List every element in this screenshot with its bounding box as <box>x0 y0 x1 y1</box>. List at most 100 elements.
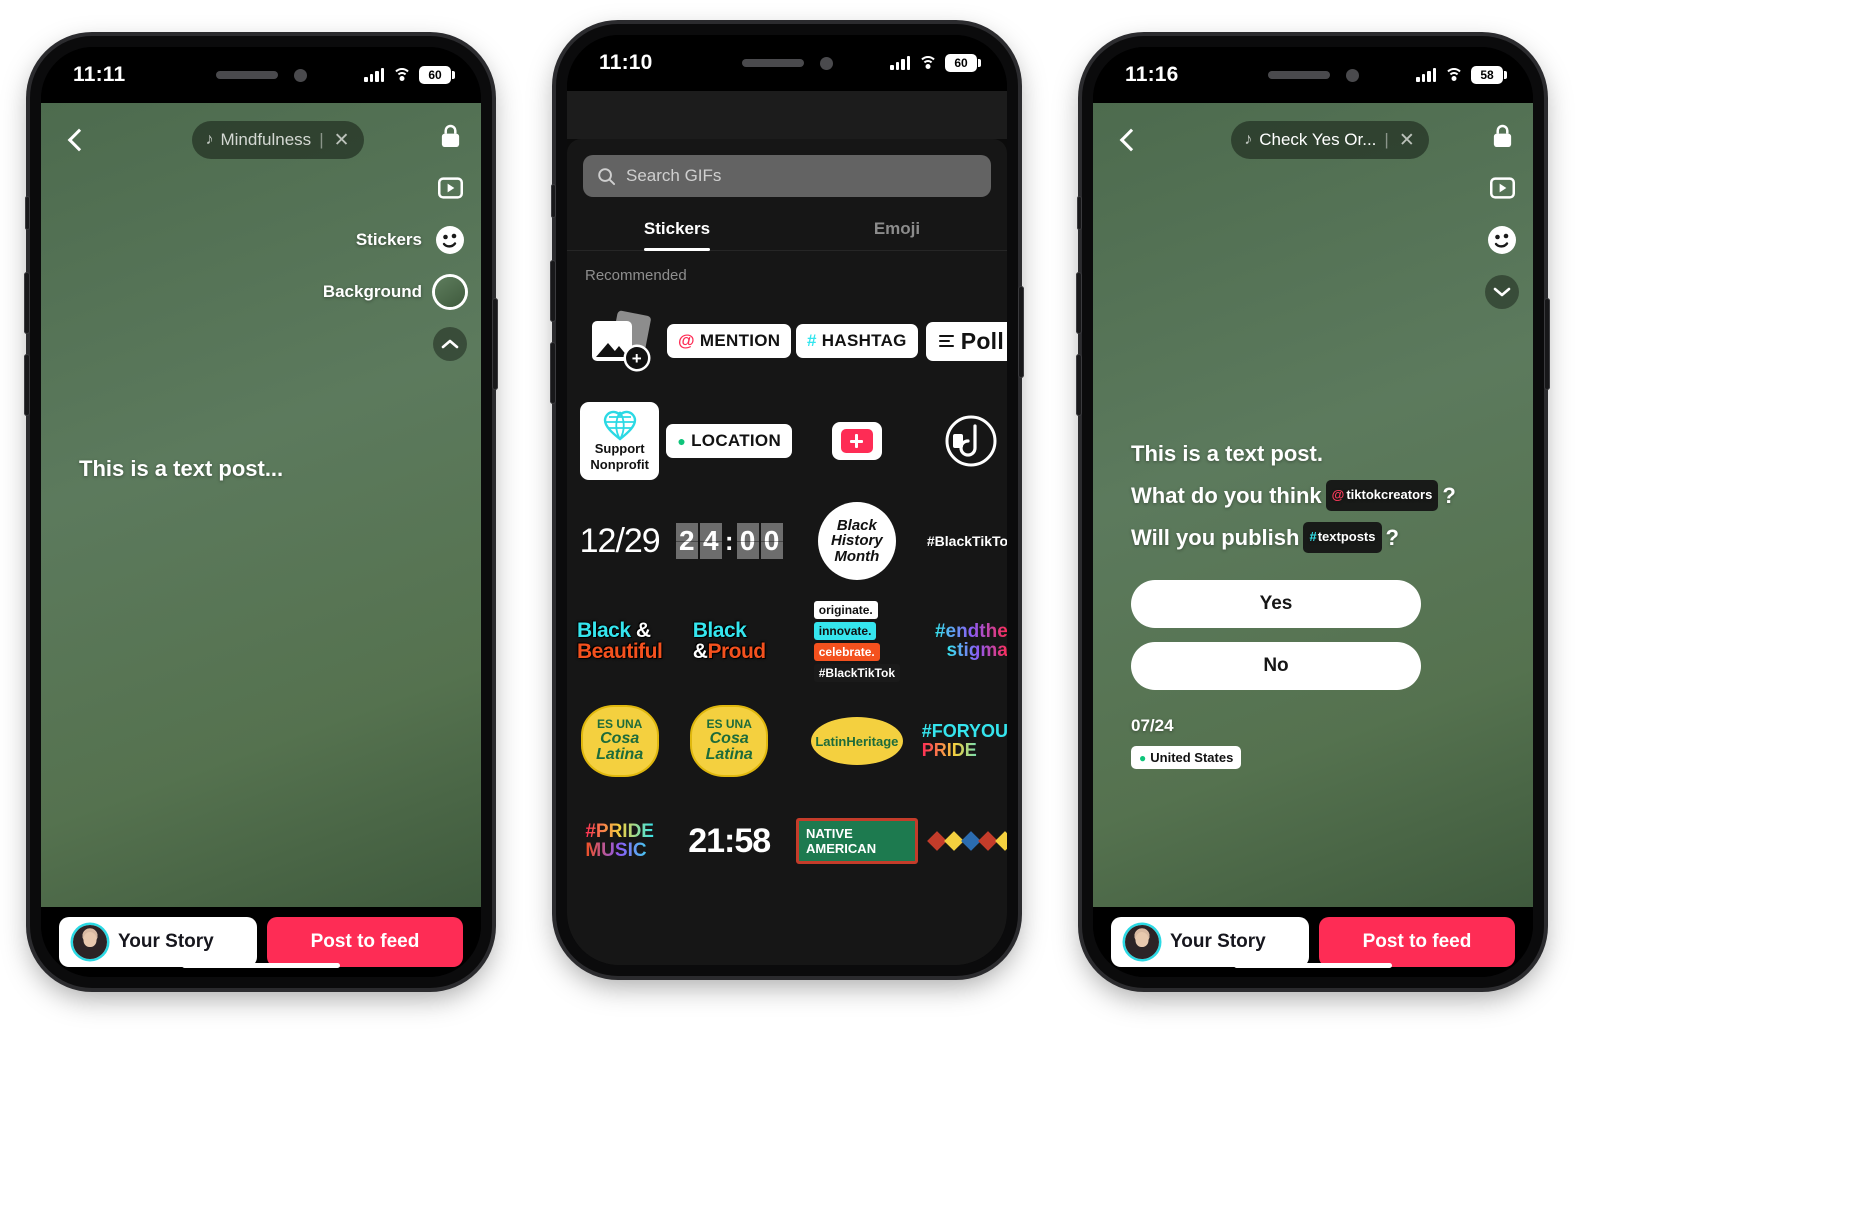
poll-sticker[interactable]: Poll <box>922 294 1007 388</box>
status-bar: 11:11 60 <box>41 47 481 103</box>
post-to-feed-button[interactable]: Post to feed <box>267 917 463 967</box>
power-button[interactable] <box>492 298 498 390</box>
latin-heritage-sticker[interactable]: LatinHeritage <box>796 694 918 788</box>
countdown-sticker[interactable]: 2 4 : 0 0 <box>666 494 792 588</box>
date-label: 12/29 <box>579 521 661 560</box>
red-plus-icon <box>831 422 882 460</box>
photo-add-sticker[interactable]: + <box>577 294 662 388</box>
location-label: LOCATION <box>691 431 782 450</box>
mute-switch[interactable] <box>1077 196 1082 230</box>
latina2-mid2: Latina <box>705 746 753 764</box>
app-screen: Search GIFs Stickers Emoji Recommended +… <box>567 91 1007 965</box>
cosa-latina-oval-sticker[interactable]: ES UNA Cosa Latina <box>666 694 792 788</box>
hashtag-sticker[interactable]: # HASHTAG <box>796 294 918 388</box>
power-button[interactable] <box>1544 298 1550 390</box>
battery-indicator: 58 <box>1471 66 1507 84</box>
location-sticker-placed[interactable]: ● United States <box>1131 746 1242 770</box>
post-text-area[interactable]: This is a text post... <box>79 448 451 490</box>
originate-innovate-celebrate-sticker[interactable]: originate. innovate. celebrate. #BlackTi… <box>796 594 918 688</box>
music-pill[interactable]: ♪ Check Yes Or... | ✕ <box>1231 121 1429 159</box>
volume-down-button[interactable] <box>1076 354 1082 416</box>
bhm-line2: History <box>831 532 883 550</box>
cellular-signal-icon <box>890 56 910 70</box>
close-icon[interactable]: ✕ <box>1399 129 1415 152</box>
black-and-beautiful-sticker[interactable]: Black & Beautiful <box>577 594 663 688</box>
post-line-2: What do you think @ tiktokcreators ? <box>1131 475 1503 517</box>
search-input[interactable]: Search GIFs <box>583 155 991 197</box>
mute-switch[interactable] <box>25 196 30 230</box>
volume-up-button[interactable] <box>24 272 30 334</box>
mention-chip[interactable]: @ tiktokcreators <box>1325 480 1439 512</box>
privacy-lock-button[interactable] <box>1485 119 1519 153</box>
clock-label: 21:58 <box>688 821 771 860</box>
home-indicator[interactable] <box>1234 963 1392 968</box>
support-nonprofit-sticker[interactable]: Support Nonprofit <box>577 394 662 488</box>
volume-down-button[interactable] <box>550 342 556 404</box>
video-button[interactable] <box>1485 171 1519 205</box>
search-icon <box>598 167 616 185</box>
wifi-icon <box>1444 68 1463 82</box>
music-note-icon: ♪ <box>205 131 214 148</box>
avatar <box>1125 925 1159 959</box>
cosa-latina-round-sticker[interactable]: ES UNA Cosa Latina <box>577 694 662 788</box>
black-and-proud-sticker[interactable]: Black &Proud <box>666 594 792 688</box>
back-chevron-icon[interactable] <box>1111 123 1145 157</box>
wifi-icon <box>392 68 411 82</box>
location-sticker[interactable]: ● LOCATION <box>666 394 793 488</box>
video-button[interactable] <box>433 171 467 205</box>
bhm-line3: Month <box>834 547 880 565</box>
hashtag-chip[interactable]: # textposts <box>1303 522 1382 553</box>
home-indicator[interactable] <box>182 963 340 968</box>
clock-2158-sticker[interactable]: 21:58 <box>666 794 792 888</box>
end-the-stigma-sticker[interactable]: #endthe stigma <box>922 594 1007 688</box>
volume-up-button[interactable] <box>1076 272 1082 334</box>
mute-switch[interactable] <box>551 184 556 218</box>
expand-tools-button[interactable] <box>1485 275 1519 309</box>
app-screen: ♪ Check Yes Or... | ✕ This is a text pos… <box>1093 103 1533 977</box>
flip-colon: : <box>724 525 734 556</box>
background-button[interactable]: Background <box>323 275 467 309</box>
back-chevron-icon[interactable] <box>59 123 93 157</box>
for-your-pride-sticker[interactable]: #FORYOUR PRIDE <box>922 694 1007 788</box>
tiktok-note-sticker[interactable] <box>922 394 1007 488</box>
volume-down-button[interactable] <box>24 354 30 416</box>
stickers-button[interactable]: Stickers <box>356 223 467 257</box>
power-button[interactable] <box>1018 286 1024 378</box>
tab-emoji[interactable]: Emoji <box>787 207 1007 250</box>
pride-music-sticker[interactable]: #PRIDE MUSIC <box>577 794 662 888</box>
poll-option-no[interactable]: No <box>1131 642 1421 691</box>
date-sticker[interactable]: 12/29 <box>577 494 662 588</box>
poll-label: Poll <box>960 327 1005 354</box>
sheet-backdrop[interactable] <box>567 91 1007 139</box>
dynamic-island <box>198 61 324 89</box>
tab-stickers[interactable]: Stickers <box>567 207 787 250</box>
composer-top-bar: ♪ Check Yes Or... | ✕ <box>1093 121 1533 159</box>
privacy-lock-button[interactable] <box>433 119 467 153</box>
oic-line1: originate. <box>813 600 878 619</box>
latina-top: ES UNA <box>597 716 643 731</box>
post-text-area[interactable]: This is a text post. What do you think @… <box>1131 433 1503 770</box>
your-story-button[interactable]: Your Story <box>1111 917 1309 967</box>
side-tool-rail: Stickers Background <box>323 119 467 361</box>
blacktiktok-label: #BlackTikTok <box>926 533 1007 549</box>
add-red-sticker[interactable] <box>796 394 918 488</box>
stickers-button[interactable] <box>1485 223 1519 257</box>
poll-option-yes[interactable]: Yes <box>1131 580 1421 629</box>
collapse-tools-button[interactable] <box>433 327 467 361</box>
date-sticker-placed[interactable]: 07/24 <box>1131 716 1503 736</box>
mention-sticker[interactable]: @ MENTION <box>666 294 792 388</box>
bb-line1a: Black <box>577 619 631 642</box>
location-pin-icon: ● <box>1139 750 1147 765</box>
phone-3-composer-filled: 11:16 58 ♪ Check Yes Or... | ✕ This is a… <box>1076 36 1550 988</box>
post-text: This is a text post... <box>79 456 284 481</box>
your-story-button[interactable]: Your Story <box>59 917 257 967</box>
native-american-sticker[interactable]: NATIVE AMERICAN <box>796 794 918 888</box>
volume-up-button[interactable] <box>550 260 556 322</box>
wifi-icon <box>918 56 937 70</box>
pattern-sticker[interactable] <box>922 794 1007 888</box>
front-camera <box>819 56 833 70</box>
black-history-month-sticker[interactable]: Black History Month <box>796 494 918 588</box>
post-to-feed-button[interactable]: Post to feed <box>1319 917 1515 967</box>
blacktiktok-tag-sticker[interactable]: #BlackTikTok <box>922 494 1007 588</box>
text-cursor: | <box>1384 130 1389 149</box>
